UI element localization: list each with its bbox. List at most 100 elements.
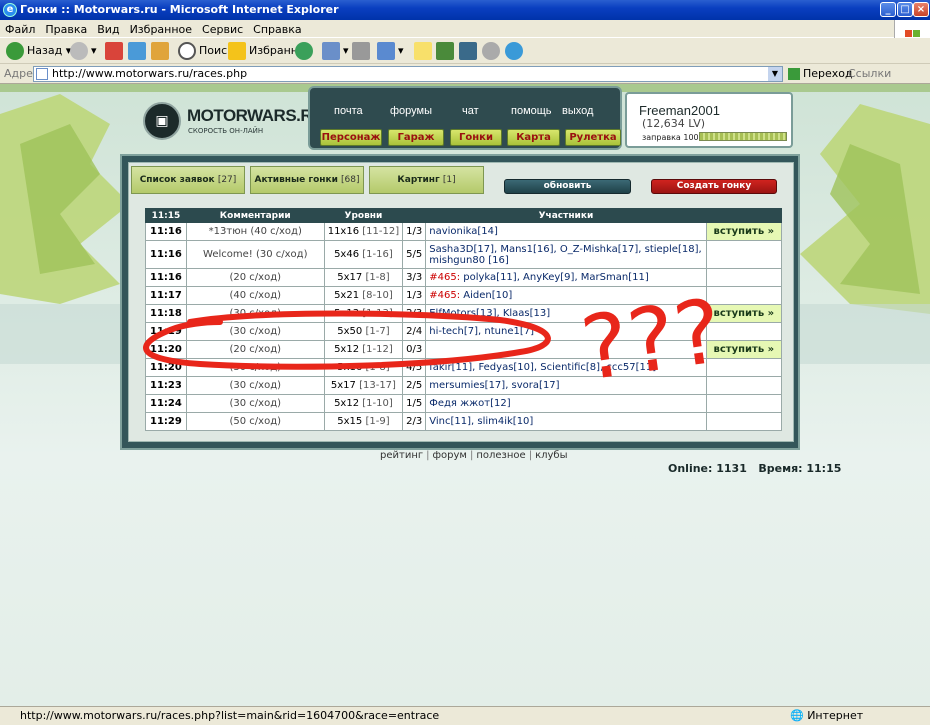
refresh-button[interactable]: обновить (504, 179, 631, 194)
participants-list[interactable]: ElfMotors[13], Klaas[13] (429, 308, 550, 319)
refresh-browser-button[interactable] (128, 41, 149, 61)
race-participants[interactable] (425, 340, 707, 359)
star-icon (228, 42, 246, 60)
history-button[interactable] (295, 41, 316, 61)
site-logo[interactable]: ▣ MOTORWARS.RU СКОРОСТЬ ОН-ЛАЙН (143, 98, 324, 146)
race-time: 11:16 (145, 268, 187, 287)
footer-link-useful[interactable]: полезное (476, 450, 525, 461)
mail-button[interactable]: ▾ (322, 41, 349, 61)
link-exit[interactable]: выход (562, 105, 593, 117)
join-cell (705, 394, 783, 413)
link-mail[interactable]: почта (334, 105, 363, 117)
menu-help[interactable]: Справка (248, 20, 306, 39)
menu-view[interactable]: Вид (92, 20, 124, 39)
print-button[interactable] (352, 41, 373, 61)
messenger-button[interactable] (505, 41, 526, 61)
join-cell[interactable]: вступить » (705, 340, 783, 359)
participants-list[interactable]: hi-tech[7], ntune1[7] (429, 326, 534, 337)
menu-tools[interactable]: Сервис (197, 20, 248, 39)
tab-applications[interactable]: Список заявок [27] (131, 166, 245, 194)
team-prefix[interactable]: #465: (429, 290, 460, 301)
race-participants[interactable]: Sasha3D[17], Mans1[16], O_Z-Mishka[17], … (425, 240, 707, 269)
nav-character-button[interactable]: Персонаж (320, 129, 382, 146)
footer-link-clubs[interactable]: клубы (535, 450, 567, 461)
join-cell[interactable]: вступить » (705, 304, 783, 323)
search-icon (178, 42, 196, 60)
tab-karting[interactable]: Картинг [1] (369, 166, 484, 194)
link-forums[interactable]: форумы (390, 105, 432, 117)
participants-list[interactable]: Федя жжот[12] (429, 398, 510, 409)
participants-list[interactable]: navionika[14] (429, 226, 498, 237)
nav-map-button[interactable]: Карта (507, 129, 560, 146)
username[interactable]: Freeman2001 (639, 103, 720, 118)
races-table-body: 11:16 *13тюн (40 с/ход) 11x16 [11-12] 1/3 n… (145, 222, 783, 431)
race-participants[interactable]: #465: polyka[11], AnyKey[9], MarSman[11] (425, 268, 707, 287)
race-level-value: 5x50 (337, 326, 363, 337)
race-participants[interactable]: Vinc[11], slim4ik[10] (425, 412, 707, 431)
join-button[interactable]: вступить » (714, 308, 775, 319)
minimize-button[interactable]: _ (880, 2, 896, 17)
race-participants[interactable]: navionika[14] (425, 222, 707, 241)
participants-list[interactable]: mersumies[17], svora[17] (429, 380, 559, 391)
edit-button[interactable]: ▾ (377, 41, 404, 61)
nav-roulette-button[interactable]: Рулетка (565, 129, 621, 146)
discuss-button[interactable] (414, 41, 435, 61)
footer-links: рейтинг | форум | полезное | клубы (380, 450, 568, 461)
race-participants[interactable]: hi-tech[7], ntune1[7] (425, 322, 707, 341)
close-button[interactable]: × (913, 2, 929, 17)
race-level: 5x15 [1-9] (323, 412, 404, 431)
back-button[interactable]: Назад ▾ (6, 41, 71, 61)
maximize-button[interactable]: □ (897, 2, 913, 17)
participants-list[interactable]: Aiden[10] (463, 290, 512, 301)
stop-button[interactable] (105, 41, 126, 61)
join-cell[interactable]: вступить » (705, 222, 783, 241)
participants-list[interactable]: fakir[11], Fedyas[10], Scientific[8], cc… (429, 362, 656, 373)
race-level-value: 5x17 (337, 272, 363, 283)
footer-link-forum[interactable]: форум (433, 450, 467, 461)
menu-edit[interactable]: Правка (40, 20, 92, 39)
research-button[interactable] (436, 41, 457, 61)
race-level-range: [1-16] (362, 249, 393, 260)
link-chat[interactable]: чат (462, 105, 479, 117)
participants-list[interactable]: Vinc[11], slim4ik[10] (429, 416, 533, 427)
race-participants[interactable]: ElfMotors[13], Klaas[13] (425, 304, 707, 323)
participants-list[interactable]: Sasha3D[17], Mans1[16], O_Z-Mishka[17], … (429, 244, 701, 266)
race-participants[interactable]: fakir[11], Fedyas[10], Scientific[8], cc… (425, 358, 707, 377)
footer-link-rating[interactable]: рейтинг (380, 450, 423, 461)
edit-icon (377, 42, 395, 60)
race-slots: 0/3 (402, 340, 427, 359)
race-participants[interactable]: mersumies[17], svora[17] (425, 376, 707, 395)
create-race-button[interactable]: Создать гонку (651, 179, 777, 194)
nav-garage-button[interactable]: Гараж (388, 129, 444, 146)
race-level-value: 5x17 (330, 380, 356, 391)
disabled-button[interactable] (482, 41, 503, 61)
address-input[interactable]: http://www.motorwars.ru/races.php ▼ (33, 66, 783, 82)
race-participants[interactable]: #465: Aiden[10] (425, 286, 707, 305)
user-lv: (12,634 LV) (642, 117, 706, 130)
participants-list[interactable]: polyka[11], AnyKey[9], MarSman[11] (463, 272, 649, 283)
race-participants[interactable]: Федя жжот[12] (425, 394, 707, 413)
menu-file[interactable]: Файл (0, 20, 40, 39)
race-comment: (30 с/ход) (185, 358, 325, 377)
race-slots: 5/5 (402, 240, 427, 269)
forward-button[interactable]: ▾ (70, 41, 97, 61)
race-time: 11:17 (145, 286, 187, 305)
media-button[interactable] (459, 41, 480, 61)
header-action (705, 208, 783, 223)
join-button[interactable]: вступить » (714, 226, 775, 237)
note-icon (414, 42, 432, 60)
address-dropdown-icon[interactable]: ▼ (768, 67, 782, 81)
nav-races-button[interactable]: Гонки (450, 129, 502, 146)
go-button[interactable]: Переход (788, 67, 853, 80)
logo-emblem-icon: ▣ (143, 102, 181, 140)
team-prefix[interactable]: #465: (429, 272, 460, 283)
race-slots: 4/5 (402, 358, 427, 377)
home-button[interactable] (151, 41, 172, 61)
link-help[interactable]: помощь (511, 105, 552, 117)
race-comment: (40 с/ход) (185, 286, 325, 305)
join-button[interactable]: вступить » (714, 344, 775, 355)
links-label[interactable]: Ссылки (848, 67, 891, 80)
search-button[interactable]: Поиск (178, 41, 234, 61)
tab-active-races[interactable]: Активные гонки [68] (250, 166, 364, 194)
menu-favorites[interactable]: Избранное (125, 20, 197, 39)
